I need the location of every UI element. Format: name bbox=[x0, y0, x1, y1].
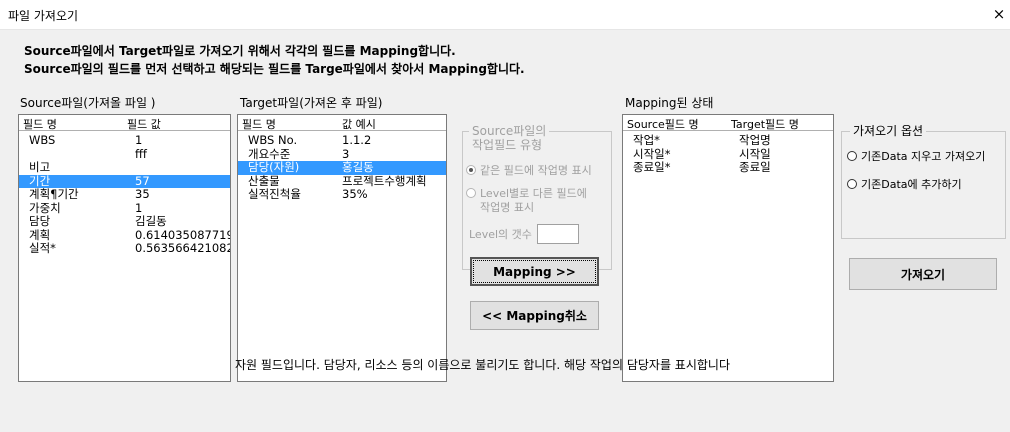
target-row-value: 1.1.2 bbox=[342, 133, 372, 147]
target-row-name: WBS No. bbox=[248, 133, 298, 147]
source-row-value: 0.6140350877192 bbox=[135, 227, 231, 242]
description-line-1: Source파일에서 Target파일로 가져오기 위해서 각각의 필드를 Ma… bbox=[24, 44, 456, 58]
source-row[interactable]: 가중치 1 bbox=[19, 200, 230, 216]
description-line-2: Source파일의 필드를 먼저 선택하고 해당되는 필드를 Targe파일에서… bbox=[24, 62, 525, 76]
radio-append-label: 기존Data에 추가하기 bbox=[861, 178, 962, 191]
target-row-name: 실적진척율 bbox=[248, 187, 301, 201]
mapping-row-value: 종료일 bbox=[739, 160, 771, 174]
mapping-row[interactable]: 작업* 작업명 bbox=[623, 134, 833, 148]
field-type-caption-1: Source파일의 bbox=[469, 124, 550, 138]
mapping-row-name: 종료일* bbox=[633, 160, 671, 174]
target-row[interactable]: WBS No. 1.1.2 bbox=[238, 134, 446, 148]
target-list-header: 필드 명 값 예시 bbox=[238, 115, 446, 131]
source-row-name: 담당 bbox=[29, 214, 51, 228]
source-row[interactable]: fff bbox=[19, 146, 230, 162]
source-row-name: 기간 bbox=[29, 173, 51, 188]
target-row-name: 개요수준 bbox=[248, 146, 291, 161]
target-row-value: 프로젝트수행계획 bbox=[342, 173, 427, 188]
source-field-list[interactable]: 필드 명 필드 값 WBS 1 fff 비고 기간 57 계획¶기간 35 가중치 1 담당 김길동 계… bbox=[18, 114, 231, 382]
import-button[interactable]: 가져오기 bbox=[849, 258, 997, 290]
source-row-name: WBS bbox=[29, 133, 56, 147]
target-row-value: 3 bbox=[342, 146, 350, 161]
import-options-frame: 가져오기 옵션 기존Data 지우고 가져오기 기존Data에 추가하기 bbox=[841, 124, 1006, 239]
source-row[interactable]: WBS 1 bbox=[19, 134, 230, 148]
mapping-rows: 작업* 작업명시작일* 시작일종료일* 종료일 bbox=[623, 131, 833, 175]
source-row-value: 김길동 bbox=[135, 214, 167, 228]
target-row-name: 담당(자원) bbox=[248, 160, 300, 174]
target-row[interactable]: 실적진척율 35% bbox=[238, 188, 446, 202]
import-options-caption: 가져오기 옵션 bbox=[850, 124, 927, 138]
target-col-name: 필드 명 bbox=[242, 118, 276, 131]
target-col-value: 값 예시 bbox=[342, 118, 376, 131]
mapping-row[interactable]: 시작일* 시작일 bbox=[623, 146, 833, 162]
radio-replace-label: 기존Data 지우고 가져오기 bbox=[861, 150, 986, 163]
radio-level-label-2: 작업명 표시 bbox=[480, 201, 535, 214]
mapping-list[interactable]: Source필드 명 Target필드 명 작업* 작업명 시작일* 시작일 종료일* 종… bbox=[622, 114, 834, 382]
target-row[interactable]: 담당(자원) 홍길동 bbox=[238, 161, 446, 175]
mapping-row-value: 시작일 bbox=[739, 146, 771, 161]
source-row-value: 35 bbox=[135, 187, 150, 201]
mapping-list-header: Source필드 명 Target필드 명 bbox=[623, 115, 833, 131]
mapping-col-source: Source필드 명 bbox=[627, 118, 699, 131]
radio-level-label-1: Level별로 다른 필드에 bbox=[480, 187, 587, 200]
mapping-row-name: 작업* bbox=[633, 133, 660, 147]
source-row-name: 실적* bbox=[29, 241, 56, 255]
mapping-col-target: Target필드 명 bbox=[731, 118, 799, 131]
source-row-name: 비고 bbox=[29, 160, 51, 174]
target-row-value: 홍길동 bbox=[342, 160, 374, 174]
target-rows: WBS No. 1.1.2 개요수준 3 담당(자원) 홍길동 산출물 프로젝트수행계획 실적진… bbox=[238, 131, 446, 202]
close-icon[interactable]: × bbox=[992, 4, 1006, 24]
source-row-value: 1 bbox=[135, 133, 143, 147]
title-bar: 파일 가져오기 × bbox=[0, 0, 1010, 30]
unmapping-button[interactable]: << Mapping취소 bbox=[470, 301, 599, 330]
radio-replace-data[interactable]: 기존Data 지우고 가져오기 bbox=[847, 150, 985, 164]
radio-dot-icon bbox=[466, 165, 476, 175]
radio-append-data[interactable]: 기존Data에 추가하기 bbox=[847, 178, 962, 192]
source-row[interactable]: 실적* 0.5635664210825 bbox=[19, 242, 230, 256]
source-row-name: 계획¶기간 bbox=[29, 187, 79, 201]
source-label: Source파일(가져올 파일 ) bbox=[20, 96, 156, 110]
status-text: 자원 필드입니다. 담당자, 리소스 등의 이름으로 불리기도 합니다. 해당 … bbox=[235, 358, 731, 372]
target-row[interactable]: 산출물 프로젝트수행계획 bbox=[238, 173, 446, 189]
mapping-button[interactable]: Mapping >> bbox=[470, 257, 599, 286]
level-count-input[interactable] bbox=[537, 224, 579, 244]
radio-dot-icon bbox=[466, 188, 476, 198]
radio-same-field-label: 같은 필드에 작업명 표시 bbox=[480, 164, 592, 177]
radio-dot-icon bbox=[847, 151, 857, 161]
source-row[interactable]: 담당 김길동 bbox=[19, 215, 230, 229]
source-col-value: 필드 값 bbox=[127, 118, 161, 131]
radio-dot-icon bbox=[847, 179, 857, 189]
source-row-value: 1 bbox=[135, 200, 143, 215]
mapping-row-name: 시작일* bbox=[633, 146, 671, 161]
window-title: 파일 가져오기 bbox=[8, 9, 79, 23]
level-count-label: Level의 갯수 bbox=[469, 228, 532, 241]
mapping-row-value: 작업명 bbox=[739, 133, 771, 147]
field-type-caption-2: 작업필드 유형 bbox=[469, 138, 546, 152]
source-row-name: 가중치 bbox=[29, 200, 61, 215]
source-row[interactable]: 기간 57 bbox=[19, 173, 230, 188]
source-row-value: fff bbox=[135, 146, 147, 161]
source-col-name: 필드 명 bbox=[23, 118, 57, 131]
dialog-body: Source파일에서 Target파일로 가져오기 위해서 각각의 필드를 Ma… bbox=[0, 30, 1010, 432]
source-list-header: 필드 명 필드 값 bbox=[19, 115, 230, 131]
mapping-label: Mapping된 상태 bbox=[625, 96, 714, 110]
source-row[interactable]: 계획 0.6140350877192 bbox=[19, 227, 231, 243]
source-rows: WBS 1 fff 비고 기간 57 계획¶기간 35 가중치 1 담당 김길동 계획 0.6140350… bbox=[19, 131, 230, 256]
field-type-frame: Source파일의 작업필드 유형 같은 필드에 작업명 표시 Level별로 … bbox=[462, 124, 612, 270]
source-row-value: 57 bbox=[135, 173, 150, 188]
mapping-row[interactable]: 종료일* 종료일 bbox=[623, 161, 833, 175]
source-row[interactable]: 계획¶기간 35 bbox=[19, 188, 230, 202]
source-row-name: 계획 bbox=[29, 227, 51, 242]
target-label: Target파일(가져온 후 파일) bbox=[240, 96, 383, 110]
target-row[interactable]: 개요수준 3 bbox=[238, 146, 446, 162]
source-row[interactable]: 비고 bbox=[19, 161, 230, 175]
radio-level-field[interactable]: Level별로 다른 필드에 bbox=[466, 187, 587, 201]
radio-same-field[interactable]: 같은 필드에 작업명 표시 bbox=[466, 164, 592, 178]
source-row-value: 0.5635664210825 bbox=[135, 241, 231, 255]
target-field-list[interactable]: 필드 명 값 예시 WBS No. 1.1.2 개요수준 3 담당(자원) 홍길동산출물 프… bbox=[237, 114, 447, 382]
target-row-name: 산출물 bbox=[248, 173, 280, 188]
target-row-value: 35% bbox=[342, 187, 368, 201]
